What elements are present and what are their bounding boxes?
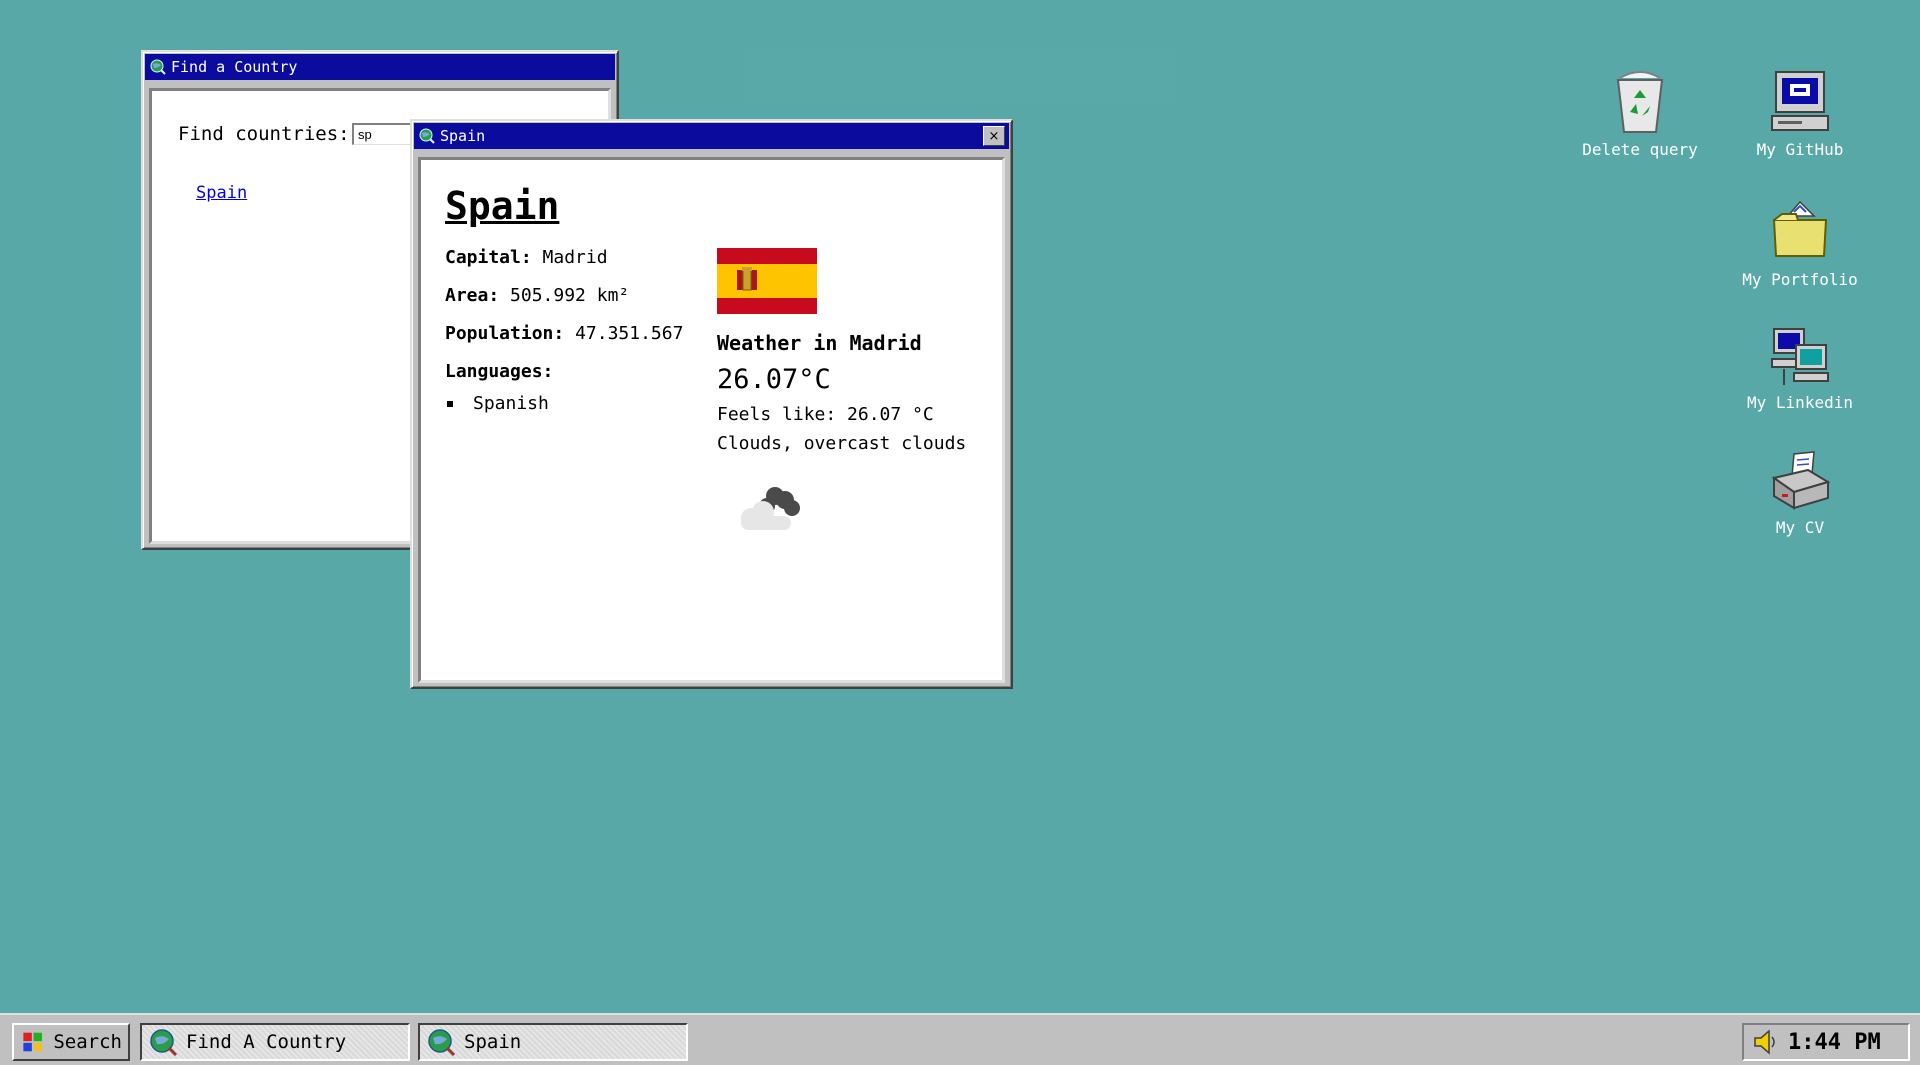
desktop-icon-label: My Portfolio (1742, 270, 1858, 289)
start-label: Search (53, 1031, 122, 1053)
desktop-icon-label: My Linkedin (1747, 393, 1853, 412)
close-button[interactable]: × (983, 126, 1005, 146)
population-label: Population: (445, 323, 565, 344)
feels-like-text: Feels like: 26.07 °C (717, 404, 934, 425)
language-name: Spanish (473, 393, 549, 414)
clock: 1:44 PM (1788, 1029, 1881, 1055)
system-tray: 1:44 PM (1742, 1023, 1910, 1061)
taskbar-item-find-a-country[interactable]: Find A Country (140, 1023, 410, 1061)
population-value: 47.351.567 (575, 323, 684, 344)
volume-icon[interactable] (1752, 1028, 1778, 1056)
globe-search-icon (428, 1029, 456, 1057)
population-row: Population: 47.351.567 (445, 323, 683, 344)
desktop-icon-label: My GitHub (1756, 140, 1844, 159)
computer-icon (1771, 71, 1829, 131)
list-item: Spanish (445, 393, 549, 414)
temperature-value: 26.07°C (717, 364, 831, 395)
taskbar-item-label: Spain (464, 1031, 522, 1053)
globe-search-icon (150, 1029, 178, 1057)
area-value: 505.992 km² (510, 285, 630, 306)
country-detail-window[interactable]: Spain × Spain Capital: Madrid Area: 505.… (410, 119, 1013, 689)
country-window-titlebar[interactable]: Spain × (414, 123, 1009, 149)
folder-icon (1772, 200, 1828, 257)
recycle-bin-icon (1616, 71, 1664, 133)
languages-list: Spanish (445, 393, 549, 414)
start-search-button[interactable]: Search (12, 1023, 130, 1061)
desktop-icon-my-github[interactable]: My GitHub (1730, 68, 1870, 159)
desktop-icon-my-cv[interactable]: My CV (1730, 450, 1870, 537)
desktop-icon-my-linkedin[interactable]: My Linkedin (1730, 325, 1870, 412)
desktop-icon-delete-query[interactable]: Delete query (1570, 68, 1710, 159)
taskbar: Search Find A Country Spain 1:44 PM (0, 1013, 1920, 1065)
find-label: Find countries: (178, 123, 350, 145)
spain-flag-icon (717, 248, 817, 314)
weather-title: Weather in Madrid (717, 331, 922, 355)
overcast-clouds-icon (741, 487, 800, 530)
capital-label: Capital: (445, 247, 532, 268)
result-link-spain[interactable]: Spain (196, 183, 247, 203)
capital-value: Madrid (542, 247, 608, 268)
globe-search-icon (419, 128, 435, 144)
languages-label: Languages: (445, 361, 554, 382)
desktop-icon-label: My CV (1775, 518, 1825, 537)
weather-description: Clouds, overcast clouds (717, 433, 967, 454)
bullet-icon (447, 400, 453, 407)
globe-search-icon (150, 59, 166, 75)
taskbar-item-label: Find A Country (186, 1031, 347, 1053)
desktop-icon-label: Delete query (1582, 140, 1698, 159)
faded-banner (745, 48, 1175, 98)
area-label: Area: (445, 285, 500, 306)
find-window-titlebar[interactable]: Find a Country (145, 54, 615, 80)
area-row: Area: 505.992 km² (445, 285, 629, 306)
country-window-body: Spain Capital: Madrid Area: 505.992 km² … (418, 157, 1005, 683)
country-window-title: Spain (440, 127, 486, 145)
capital-row: Capital: Madrid (445, 247, 608, 268)
network-icon (1771, 328, 1829, 385)
country-name-heading: Spain (445, 184, 560, 228)
taskbar-item-spain[interactable]: Spain (418, 1023, 688, 1061)
printer-icon (1771, 451, 1831, 510)
desktop-icon-my-portfolio[interactable]: My Portfolio (1730, 198, 1870, 289)
find-window-title: Find a Country (171, 58, 298, 76)
languages-heading: Languages: (445, 361, 553, 382)
windows-logo-icon (23, 1032, 42, 1052)
